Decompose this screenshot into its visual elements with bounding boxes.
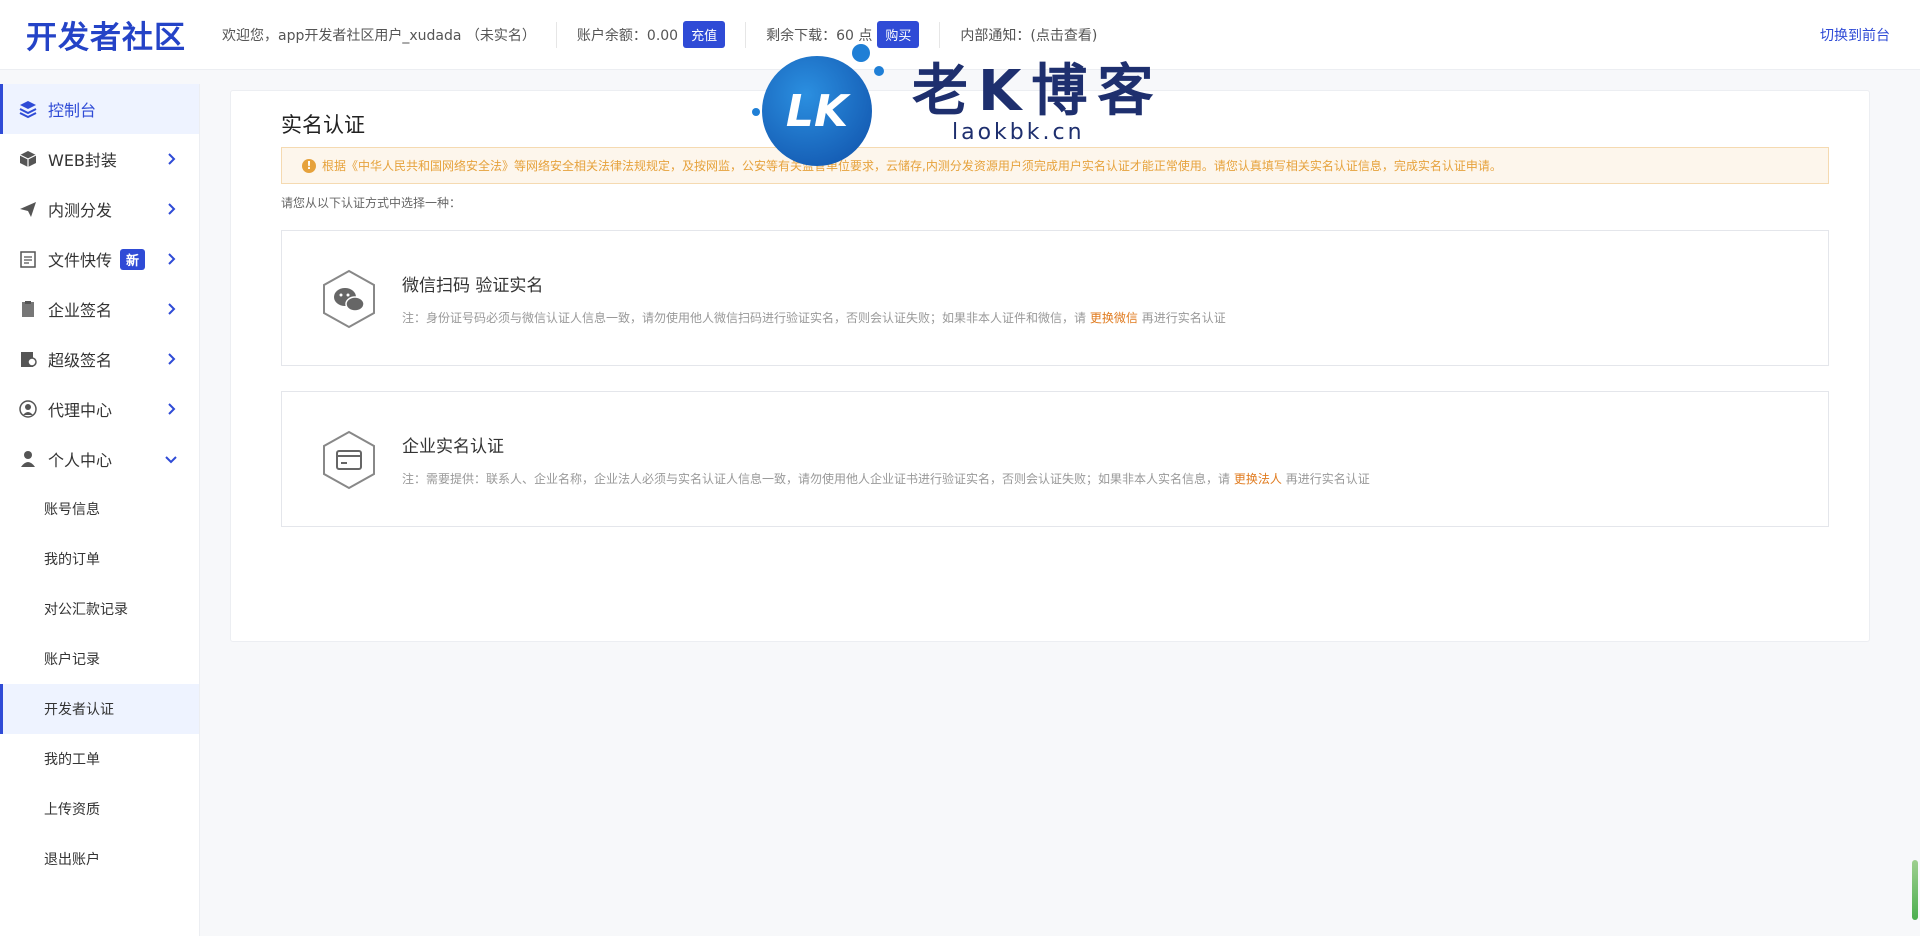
card-icon: [323, 430, 375, 490]
balance-label: 账户余额：0.00: [576, 27, 679, 44]
sidebar-item-label: 文件快传: [48, 251, 113, 270]
watermark-dot: [752, 108, 760, 116]
change-legal-person-link[interactable]: 更换法人: [1234, 472, 1282, 486]
watermark-logo: LK 老K博客 laokbk.cn: [752, 38, 1192, 166]
choose-method-tip: 请您从以下认证方式中选择一种：: [281, 196, 462, 210]
sidebar-item-file-transfer[interactable]: 文件快传 新: [0, 234, 199, 284]
sidebar-item-enterprise-sign[interactable]: 企业签名: [0, 284, 199, 334]
sidebar-item-label: 超级签名: [48, 351, 113, 370]
sidebar-subitem-upload-qualification[interactable]: 上传资质: [0, 784, 199, 834]
sidebar-item-web-wrap[interactable]: WEB封装: [0, 134, 199, 184]
notice-text: 根据《中华人民共和国网络安全法》等网络安全相关法律法规规定，及按网监，公安等有关…: [322, 159, 1502, 173]
clipboard-icon: [18, 299, 38, 319]
change-wechat-link[interactable]: 更换微信: [1090, 311, 1138, 325]
warning-icon: !: [302, 158, 316, 173]
certificate-icon: [18, 349, 38, 369]
sidebar-item-label: 个人中心: [48, 451, 113, 470]
scrollbar-thumb[interactable]: [1912, 860, 1918, 920]
box-icon: [18, 149, 38, 169]
chevron-right-icon: [168, 303, 176, 315]
wechat-verification-option[interactable]: 微信扫码 验证实名 注：身份证号码必须与微信认证人信息一致，请勿使用他人微信扫码…: [281, 230, 1829, 366]
desc-text: 注：需要提供：联系人、企业名称，企业法人必须与实名认证人信息一致，请勿使用他人企…: [402, 472, 1231, 486]
method-desc: 注：需要提供：联系人、企业名称，企业法人必须与实名认证人信息一致，请勿使用他人企…: [402, 470, 1370, 487]
switch-to-front-link[interactable]: 切换到前台: [1820, 0, 1890, 70]
user-icon: [18, 449, 38, 469]
watermark-dot: [852, 44, 870, 62]
paper-plane-icon: [18, 199, 38, 219]
method-title: 微信扫码 验证实名: [402, 276, 544, 296]
sidebar-subitem-account-records[interactable]: 账户记录: [0, 634, 199, 684]
file-icon: [18, 249, 38, 269]
sidebar-item-label: WEB封装: [48, 151, 117, 170]
sidebar-item-agent-center[interactable]: 代理中心: [0, 384, 199, 434]
layers-icon: [18, 99, 38, 119]
desc-text: 再进行实名认证: [1285, 472, 1370, 486]
divider: [555, 21, 557, 48]
sidebar: 控制台 WEB封装 内测分发 文件快传 新 企业签名 超级签名 代理中心 个人中…: [0, 84, 200, 936]
method-desc: 注：身份证号码必须与微信认证人信息一致，请勿使用他人微信扫码进行验证实名，否则会…: [402, 309, 1226, 326]
watermark-url: laokbk.cn: [952, 120, 1085, 145]
sidebar-subitem-corporate-remittance[interactable]: 对公汇款记录: [0, 584, 199, 634]
sidebar-subitem-my-tickets[interactable]: 我的工单: [0, 734, 199, 784]
sidebar-subitem-my-orders[interactable]: 我的订单: [0, 534, 199, 584]
sidebar-subitem-developer-verification[interactable]: 开发者认证: [0, 684, 199, 734]
chevron-right-icon: [168, 203, 176, 215]
page-title: 实名认证: [281, 113, 365, 137]
sidebar-item-beta-distribution[interactable]: 内测分发: [0, 184, 199, 234]
verification-card: 实名认证 ! 根据《中华人民共和国网络安全法》等网络安全相关法律法规规定，及按网…: [230, 90, 1870, 642]
sidebar-item-console[interactable]: 控制台: [0, 84, 199, 134]
sidebar-subitem-logout[interactable]: 退出账户: [0, 834, 199, 884]
sidebar-subitem-account-info[interactable]: 账号信息: [0, 484, 199, 534]
new-badge: 新: [120, 248, 146, 270]
watermark-dot: [874, 66, 884, 76]
desc-text: 再进行实名认证: [1141, 311, 1226, 325]
chevron-down-icon: [165, 456, 177, 464]
chevron-right-icon: [168, 353, 176, 365]
sidebar-item-label: 代理中心: [48, 401, 113, 420]
watermark-badge: LK: [762, 56, 872, 166]
sidebar-item-label: 企业签名: [48, 301, 113, 320]
chevron-right-icon: [168, 403, 176, 415]
welcome-text: 欢迎您，app开发者社区用户_xudada （未实名）: [222, 27, 536, 44]
chevron-right-icon: [168, 153, 176, 165]
watermark-title: 老K博客: [912, 59, 1164, 124]
divider: [745, 21, 747, 48]
sidebar-item-label: 控制台: [48, 101, 97, 120]
recharge-button[interactable]: 充值: [683, 21, 726, 48]
agent-icon: [18, 399, 38, 419]
balance-group: 账户余额：0.00 充值: [576, 0, 726, 70]
enterprise-verification-option[interactable]: 企业实名认证 注：需要提供：联系人、企业名称，企业法人必须与实名认证人信息一致，…: [281, 391, 1829, 527]
sidebar-item-super-sign[interactable]: 超级签名: [0, 334, 199, 384]
wechat-icon: [323, 269, 375, 329]
sidebar-item-label: 内测分发: [48, 201, 113, 220]
sidebar-item-personal-center[interactable]: 个人中心: [0, 434, 199, 484]
chevron-right-icon: [168, 253, 176, 265]
desc-text: 注：身份证号码必须与微信认证人信息一致，请勿使用他人微信扫码进行验证实名，否则会…: [402, 311, 1087, 325]
method-title: 企业实名认证: [402, 437, 504, 457]
site-logo[interactable]: 开发者社区: [0, 12, 200, 57]
